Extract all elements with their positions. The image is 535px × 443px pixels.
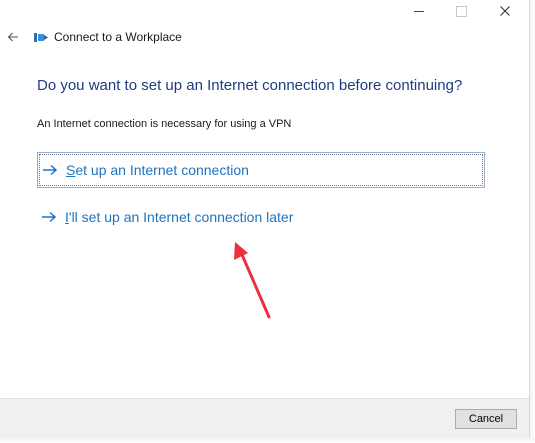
red-annotation-arrow-icon (234, 242, 271, 319)
close-button[interactable] (484, 0, 526, 22)
network-workplace-icon (34, 33, 48, 42)
dialog-footer: Cancel (0, 398, 529, 438)
window-shadow-bottom (0, 438, 535, 443)
window-title: Connect to a Workplace (54, 30, 182, 44)
minimize-icon (414, 10, 424, 12)
window-shadow-right (530, 0, 535, 443)
arrow-right-icon (42, 164, 60, 176)
setup-internet-connection-option[interactable]: Set up an Internet connection (37, 152, 485, 188)
maximize-button[interactable] (440, 0, 482, 22)
minimize-button[interactable] (398, 0, 440, 22)
back-button[interactable] (4, 28, 22, 46)
option-label: Set up an Internet connection (66, 162, 249, 178)
page-description: An Internet connection is necessary for … (37, 118, 292, 130)
dialog-window: Connect to a Workplace Do you want to se… (0, 0, 530, 438)
maximize-icon (455, 5, 467, 17)
close-icon (500, 6, 510, 16)
cancel-button[interactable]: Cancel (455, 409, 517, 429)
page-heading: Do you want to set up an Internet connec… (37, 77, 463, 94)
arrow-right-icon (41, 211, 59, 223)
back-arrow-icon (7, 32, 18, 42)
option-label: I'll set up an Internet connection later (65, 209, 294, 225)
setup-later-option[interactable]: I'll set up an Internet connection later (37, 199, 485, 235)
